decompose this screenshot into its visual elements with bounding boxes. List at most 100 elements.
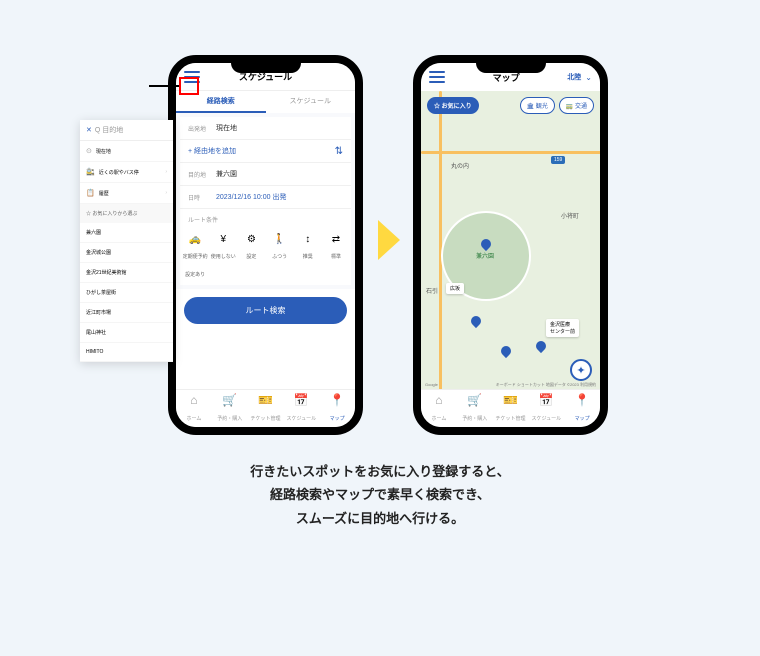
sort-icon: ↕ xyxy=(295,234,321,245)
fav-kenrokuen[interactable]: 兼六園 xyxy=(80,223,173,243)
callout-box xyxy=(179,77,199,95)
fav-21st-museum[interactable]: 金沢21世紀美術館 xyxy=(80,263,173,283)
option-standard[interactable]: ⇄標準 xyxy=(323,234,349,281)
history-icon: 📋 xyxy=(86,189,95,197)
pin-icon: 📍 xyxy=(564,393,600,407)
phone-notch xyxy=(231,55,301,73)
phone-schedule: スケジュール 経路検索 スケジュール 出発地 現在地 + 経由地を追加 ⇅ 目的… xyxy=(168,55,363,435)
locate-me-button[interactable]: ✦ xyxy=(570,359,592,381)
road-159-badge: 159 xyxy=(551,156,565,164)
filter-sightseeing-button[interactable]: 🏛 観光 xyxy=(520,97,555,114)
add-via-link[interactable]: + 経由地を追加 xyxy=(188,146,236,156)
menu-search-bar[interactable]: ✕ Q 目的地 xyxy=(80,120,173,141)
label-kenrokuen: 兼六園 xyxy=(476,251,494,260)
filter-transport-button[interactable]: 🚃 交通 xyxy=(559,97,594,114)
menu-nearby-stations[interactable]: 🚉近くの駅やバス停› xyxy=(80,162,173,183)
cart-icon: 🛒 xyxy=(212,393,248,407)
datetime-label: 日時 xyxy=(188,193,216,202)
taxi-icon: 🚕 xyxy=(182,234,208,245)
calendar-icon: 📅 xyxy=(283,393,319,407)
option-reservation[interactable]: 🚕定期便予約 設定あり xyxy=(182,234,208,281)
phone-map: マップ 北陸 ⌄ ☆ お気に入り 🏛 観光 🚃 交通 159 10 丸の内 小将… xyxy=(413,55,608,435)
nav-map[interactable]: 📍マップ xyxy=(564,393,600,425)
nav-map[interactable]: 📍マップ xyxy=(319,393,355,425)
via-row[interactable]: + 経由地を追加 ⇅ xyxy=(180,140,351,163)
cart-icon: 🛒 xyxy=(457,393,493,407)
label-ishibiki: 石引 xyxy=(426,286,438,295)
chevron-right-icon: › xyxy=(165,169,167,175)
station-icon: 🚉 xyxy=(86,168,95,176)
datetime-value: 2023/12/16 10:00 出発 xyxy=(216,192,286,202)
road-horizontal xyxy=(421,151,600,154)
bottom-nav: ⌂ホーム 🛒予約・購入 🎫チケット管理 📅スケジュール 📍マップ xyxy=(421,389,600,427)
nav-ticket[interactable]: 🎫チケット管理 xyxy=(248,393,284,425)
nav-home[interactable]: ⌂ホーム xyxy=(421,393,457,425)
side-menu: ✕ Q 目的地 ⊙現在地 🚉近くの駅やバス停› 📋履歴› ☆ お気に入りから選ぶ… xyxy=(80,120,173,362)
swap-icon: ⇄ xyxy=(323,234,349,245)
search-route-button[interactable]: ルート検索 xyxy=(184,297,347,324)
destination-value: 兼六園 xyxy=(216,169,237,179)
caption-line-1: 行きたいスポットをお気に入り登録すると、 xyxy=(0,460,760,483)
fav-kanazawa-castle[interactable]: 金沢城公園 xyxy=(80,243,173,263)
caption-line-3: スムーズに目的地へ行ける。 xyxy=(0,507,760,530)
road-vertical xyxy=(439,91,442,391)
calendar-icon: 📅 xyxy=(528,393,564,407)
chevron-down-icon[interactable]: ⌄ xyxy=(585,73,592,82)
fav-omicho[interactable]: 近江町市場 xyxy=(80,303,173,323)
tab-schedule[interactable]: スケジュール xyxy=(266,91,356,113)
transition-arrow-icon xyxy=(378,220,400,260)
label-marunouchi: 丸の内 xyxy=(451,161,469,170)
region-selector[interactable]: 北陸 xyxy=(567,72,581,82)
map-attribution-text: キーボード ショートカット 地図データ ©2023 利用規約 xyxy=(496,382,596,388)
fav-oyama-shrine[interactable]: 尾山神社 xyxy=(80,323,173,343)
datetime-row[interactable]: 日時 2023/12/16 10:00 出発 xyxy=(180,186,351,209)
route-condition-label: ルート条件 xyxy=(180,209,351,230)
ticket-icon: 🎫 xyxy=(248,393,284,407)
chevron-right-icon: › xyxy=(165,190,167,196)
tabs: 経路検索 スケジュール xyxy=(176,91,355,113)
map-filter-buttons: ☆ お気に入り 🏛 観光 🚃 交通 xyxy=(427,97,594,114)
map-pin-icon[interactable] xyxy=(469,314,483,328)
nav-purchase[interactable]: 🛒予約・購入 xyxy=(212,393,248,425)
caption-line-2: 経路検索やマップで素早く検索でき、 xyxy=(0,483,760,506)
option-recommend[interactable]: ↕推奨 xyxy=(295,234,321,281)
map-pin-icon[interactable] xyxy=(534,339,548,353)
gear-icon: ⚙ xyxy=(238,234,264,245)
stop-hospital[interactable]: 金沢医療 センター前 xyxy=(546,319,579,337)
departure-row[interactable]: 出発地 現在地 xyxy=(180,117,351,140)
nav-purchase[interactable]: 🛒予約・購入 xyxy=(457,393,493,425)
departure-value: 現在地 xyxy=(216,123,237,133)
nav-schedule[interactable]: 📅スケジュール xyxy=(283,393,319,425)
ticket-icon: 🎫 xyxy=(493,393,529,407)
fav-himito[interactable]: HIMITO xyxy=(80,343,173,362)
nav-schedule[interactable]: 📅スケジュール xyxy=(528,393,564,425)
walk-icon: 🚶 xyxy=(267,234,293,245)
google-logo: Google xyxy=(425,382,438,388)
option-walk[interactable]: 🚶ふつう xyxy=(267,234,293,281)
hamburger-icon[interactable] xyxy=(429,71,445,83)
menu-history[interactable]: 📋履歴› xyxy=(80,183,173,204)
map-canvas[interactable]: ☆ お気に入り 🏛 観光 🚃 交通 159 10 丸の内 小将町 石引 兼六園 … xyxy=(421,91,600,391)
route-options: 🚕定期便予約 設定あり ¥使用しない ⚙設定 🚶ふつう ↕推奨 ⇄標準 xyxy=(180,230,351,285)
map-attribution: Google キーボード ショートカット 地図データ ©2023 利用規約 xyxy=(425,382,596,388)
option-fare[interactable]: ¥使用しない xyxy=(210,234,236,281)
map-pin-icon[interactable] xyxy=(499,344,513,358)
destination-row[interactable]: 目的地 兼六園 xyxy=(180,163,351,186)
label-komachi: 小将町 xyxy=(561,211,579,220)
nav-ticket[interactable]: 🎫チケット管理 xyxy=(493,393,529,425)
close-icon[interactable]: ✕ xyxy=(86,126,92,134)
home-icon: ⌂ xyxy=(176,393,212,407)
swap-icon[interactable]: ⇅ xyxy=(335,146,343,157)
stop-hirosaka[interactable]: 広坂 xyxy=(446,283,464,294)
fav-higashi-chaya[interactable]: ひがし茶屋街 xyxy=(80,283,173,303)
phone-notch xyxy=(476,55,546,73)
menu-current-location[interactable]: ⊙現在地 xyxy=(80,141,173,162)
nav-home[interactable]: ⌂ホーム xyxy=(176,393,212,425)
search-hint: Q 目的地 xyxy=(95,125,123,135)
filter-favorites-button[interactable]: ☆ お気に入り xyxy=(427,97,479,114)
destination-label: 目的地 xyxy=(188,170,216,179)
callout-line xyxy=(149,85,179,87)
option-settings[interactable]: ⚙設定 xyxy=(238,234,264,281)
pin-icon: 📍 xyxy=(319,393,355,407)
yen-icon: ¥ xyxy=(210,234,236,245)
